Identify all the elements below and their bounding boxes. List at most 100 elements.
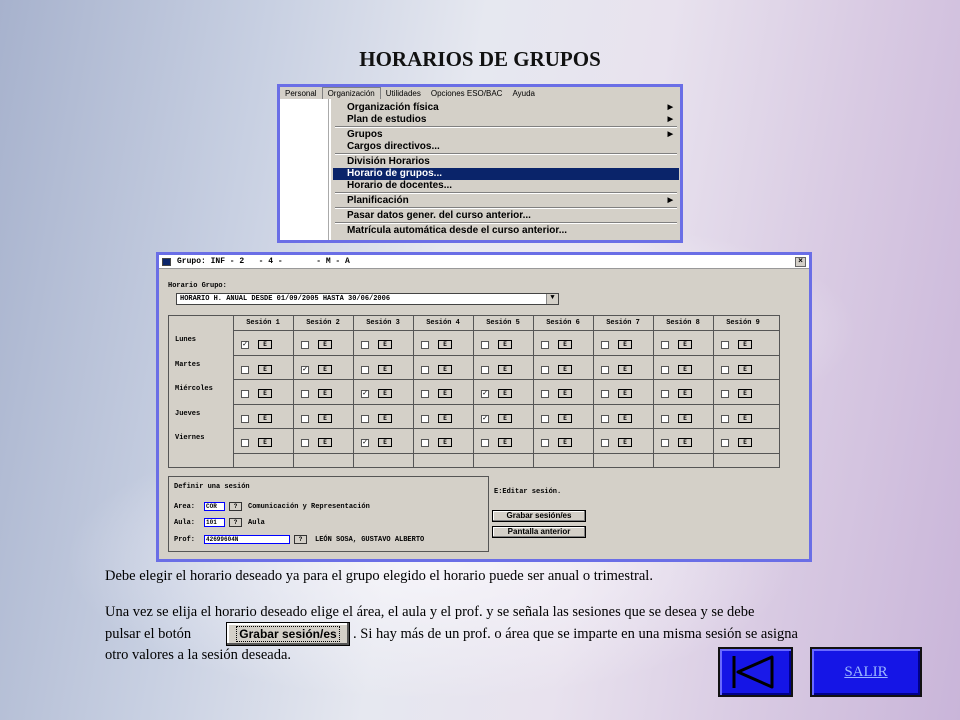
menu-item[interactable]: Plan de estudios ▶ — [333, 114, 679, 126]
session-checkbox[interactable]: ✓ — [361, 439, 369, 447]
session-checkbox[interactable] — [421, 341, 429, 349]
session-checkbox[interactable] — [661, 341, 669, 349]
menu-personal[interactable]: Personal — [280, 89, 322, 98]
edit-session-button[interactable]: E — [438, 389, 452, 398]
session-checkbox[interactable]: ✓ — [301, 365, 309, 374]
session-checkbox[interactable] — [541, 390, 549, 398]
session-checkbox[interactable]: ✓ — [481, 390, 489, 398]
edit-session-button[interactable]: E — [438, 340, 452, 349]
session-checkbox[interactable] — [721, 390, 729, 398]
edit-session-button[interactable]: E — [678, 364, 692, 374]
area-lookup-button[interactable]: ? — [229, 502, 242, 511]
edit-session-button[interactable]: E — [678, 438, 692, 447]
edit-session-button[interactable]: E — [678, 340, 692, 349]
edit-session-button[interactable]: E — [738, 340, 752, 349]
session-checkbox[interactable] — [661, 414, 669, 423]
session-checkbox[interactable] — [601, 365, 609, 374]
edit-session-button[interactable]: E — [678, 413, 692, 423]
session-checkbox[interactable] — [721, 439, 729, 447]
session-checkbox[interactable] — [721, 365, 729, 374]
session-checkbox[interactable] — [721, 341, 729, 349]
menu-item[interactable]: Horario de grupos... — [333, 168, 679, 180]
edit-session-button[interactable]: E — [618, 438, 632, 447]
session-checkbox[interactable] — [361, 341, 369, 349]
edit-session-button[interactable]: E — [438, 364, 452, 374]
menu-organizacion[interactable]: Organización — [321, 87, 381, 99]
edit-session-button[interactable]: E — [378, 340, 392, 349]
edit-session-button[interactable]: E — [738, 438, 752, 447]
session-checkbox[interactable] — [421, 365, 429, 374]
menu-item[interactable]: Organización física ▶ — [333, 102, 679, 114]
edit-session-button[interactable]: E — [498, 340, 512, 349]
edit-session-button[interactable]: E — [558, 413, 572, 423]
edit-session-button[interactable]: E — [318, 364, 332, 374]
edit-session-button[interactable]: E — [498, 413, 512, 423]
edit-session-button[interactable]: E — [438, 438, 452, 447]
edit-session-button[interactable]: E — [318, 413, 332, 423]
edit-session-button[interactable]: E — [258, 340, 272, 349]
session-checkbox[interactable] — [601, 414, 609, 423]
edit-session-button[interactable]: E — [558, 438, 572, 447]
session-checkbox[interactable] — [661, 390, 669, 398]
edit-session-button[interactable]: E — [498, 438, 512, 447]
edit-session-button[interactable]: E — [258, 413, 272, 423]
session-checkbox[interactable] — [481, 341, 489, 349]
menu-item[interactable]: Grupos ▶ — [333, 129, 679, 141]
session-checkbox[interactable] — [481, 439, 489, 447]
prof-code-input[interactable]: 42699604N — [204, 535, 290, 544]
edit-session-button[interactable]: E — [318, 340, 332, 349]
edit-session-button[interactable]: E — [558, 340, 572, 349]
area-code-input[interactable]: COR — [204, 502, 225, 511]
menu-item[interactable]: Cargos directivos... — [333, 141, 679, 153]
edit-session-button[interactable]: E — [738, 364, 752, 374]
session-checkbox[interactable]: ✓ — [481, 414, 489, 423]
session-checkbox[interactable] — [481, 365, 489, 374]
chevron-down-icon[interactable]: ▼ — [546, 294, 558, 304]
edit-session-button[interactable]: E — [618, 364, 632, 374]
session-checkbox[interactable] — [361, 414, 369, 423]
edit-session-button[interactable]: E — [378, 389, 392, 398]
prof-lookup-button[interactable]: ? — [294, 535, 307, 544]
back-button[interactable] — [718, 647, 793, 697]
edit-session-button[interactable]: E — [618, 340, 632, 349]
edit-session-button[interactable]: E — [318, 438, 332, 447]
edit-session-button[interactable]: E — [738, 389, 752, 398]
edit-session-button[interactable]: E — [378, 438, 392, 447]
session-checkbox[interactable] — [661, 439, 669, 447]
session-checkbox[interactable] — [661, 365, 669, 374]
menu-item[interactable]: Planificación ▶ — [333, 195, 679, 207]
menu-item[interactable]: División Horarios — [333, 156, 679, 168]
session-checkbox[interactable]: ✓ — [241, 341, 249, 349]
edit-session-button[interactable]: E — [258, 389, 272, 398]
session-checkbox[interactable] — [721, 414, 729, 423]
session-checkbox[interactable] — [541, 365, 549, 374]
menu-opciones[interactable]: Opciones ESO/BAC — [426, 89, 508, 98]
session-checkbox[interactable] — [241, 414, 249, 423]
edit-session-button[interactable]: E — [618, 413, 632, 423]
session-checkbox[interactable] — [601, 341, 609, 349]
save-sessions-button[interactable]: Grabar sesión/es — [492, 510, 586, 522]
menu-utilidades[interactable]: Utilidades — [381, 89, 426, 98]
salir-button[interactable]: SALIR — [810, 647, 922, 697]
menu-item[interactable]: Matrícula automática desde el curso ante… — [333, 225, 679, 237]
session-checkbox[interactable] — [301, 341, 309, 349]
session-checkbox[interactable] — [361, 365, 369, 374]
session-checkbox[interactable] — [541, 341, 549, 349]
aula-lookup-button[interactable]: ? — [229, 518, 242, 527]
menu-ayuda[interactable]: Ayuda — [507, 89, 540, 98]
edit-session-button[interactable]: E — [678, 389, 692, 398]
edit-session-button[interactable]: E — [438, 413, 452, 423]
session-checkbox[interactable] — [241, 365, 249, 374]
previous-screen-button[interactable]: Pantalla anterior — [492, 526, 586, 538]
session-checkbox[interactable] — [541, 414, 549, 423]
menu-item[interactable]: Horario de docentes... — [333, 180, 679, 192]
edit-session-button[interactable]: E — [378, 413, 392, 423]
edit-session-button[interactable]: E — [498, 364, 512, 374]
session-checkbox[interactable] — [541, 439, 549, 447]
session-checkbox[interactable] — [601, 439, 609, 447]
edit-session-button[interactable]: E — [558, 389, 572, 398]
session-checkbox[interactable] — [241, 439, 249, 447]
session-checkbox[interactable] — [421, 439, 429, 447]
edit-session-button[interactable]: E — [378, 364, 392, 374]
horario-select[interactable]: HORARIO H. ANUAL DESDE 01/09/2005 HASTA … — [176, 293, 559, 305]
